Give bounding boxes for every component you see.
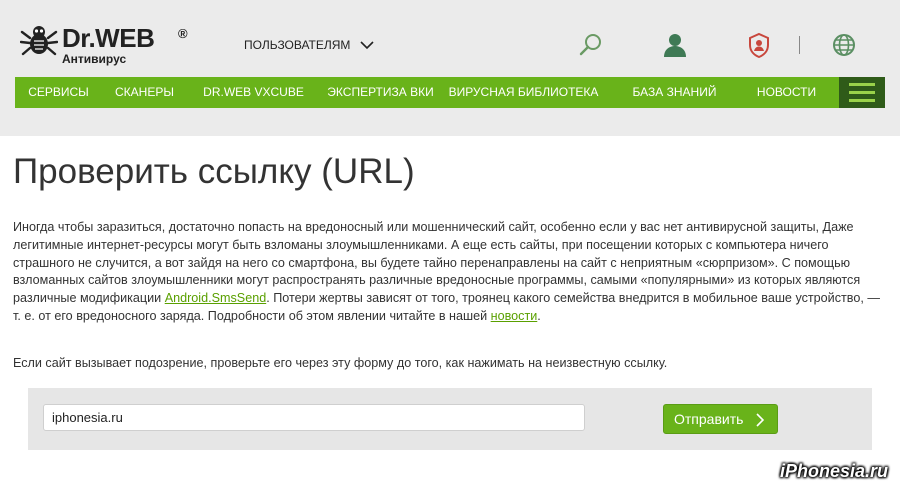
menu-bar	[849, 83, 875, 86]
user-icon[interactable]	[662, 32, 688, 58]
hamburger-menu-icon[interactable]	[839, 77, 885, 108]
nav-item-news[interactable]: НОВОСТИ	[743, 77, 830, 108]
url-input[interactable]	[43, 404, 585, 431]
header-separator	[799, 36, 800, 54]
shield-icon[interactable]	[746, 32, 772, 58]
nav-item-scanners[interactable]: СКАНЕРЫ	[102, 77, 187, 108]
drweb-logo[interactable]: Dr.WEB ® Антивирус	[20, 22, 200, 70]
chevron-right-icon	[756, 413, 765, 427]
users-dropdown-label: ПОЛЬЗОВАТЕЛЯМ	[244, 38, 351, 52]
url-check-form: Отправить	[28, 388, 872, 450]
nav-item-knowledge-base[interactable]: БАЗА ЗНАНИЙ	[606, 77, 743, 108]
nav-item-services[interactable]: СЕРВИСЫ	[15, 77, 102, 108]
intro-text: .	[537, 308, 541, 323]
page-title: Проверить ссылку (URL)	[13, 152, 415, 191]
globe-icon[interactable]	[831, 32, 857, 58]
nav-item-virus-library[interactable]: ВИРУСНАЯ БИБЛИОТЕКА	[441, 77, 606, 108]
intro-paragraph: Иногда чтобы заразиться, достаточно попа…	[13, 219, 883, 326]
chevron-down-icon	[360, 40, 375, 49]
form-prompt: Если сайт вызывает подозрение, проверьте…	[13, 356, 668, 370]
submit-button-label: Отправить	[674, 411, 744, 427]
logo-brand: Dr.WEB	[62, 23, 155, 53]
news-link[interactable]: новости	[491, 309, 538, 323]
menu-bar	[849, 99, 875, 102]
nav-item-vxcube[interactable]: DR.WEB VXCUBE	[187, 77, 320, 108]
logo-registered-mark: ®	[178, 26, 188, 41]
spider-logo-icon	[20, 26, 58, 56]
main-navigation: СЕРВИСЫ СКАНЕРЫ DR.WEB VXCUBE ЭКСПЕРТИЗА…	[15, 77, 885, 108]
submit-button[interactable]: Отправить	[663, 404, 778, 434]
site-header: Dr.WEB ® Антивирус ПОЛЬЗОВАТЕЛЯМ СЕРВИСЫ…	[0, 0, 900, 136]
menu-bar	[849, 91, 875, 94]
users-dropdown[interactable]: ПОЛЬЗОВАТЕЛЯМ	[244, 38, 375, 52]
watermark: iPhonesia.ru	[779, 461, 888, 481]
search-icon[interactable]	[578, 32, 604, 58]
android-smssend-link[interactable]: Android.SmsSend	[165, 291, 267, 305]
logo-subtitle: Антивирус	[62, 52, 127, 66]
nav-item-expertise[interactable]: ЭКСПЕРТИЗА ВКИ	[320, 77, 441, 108]
